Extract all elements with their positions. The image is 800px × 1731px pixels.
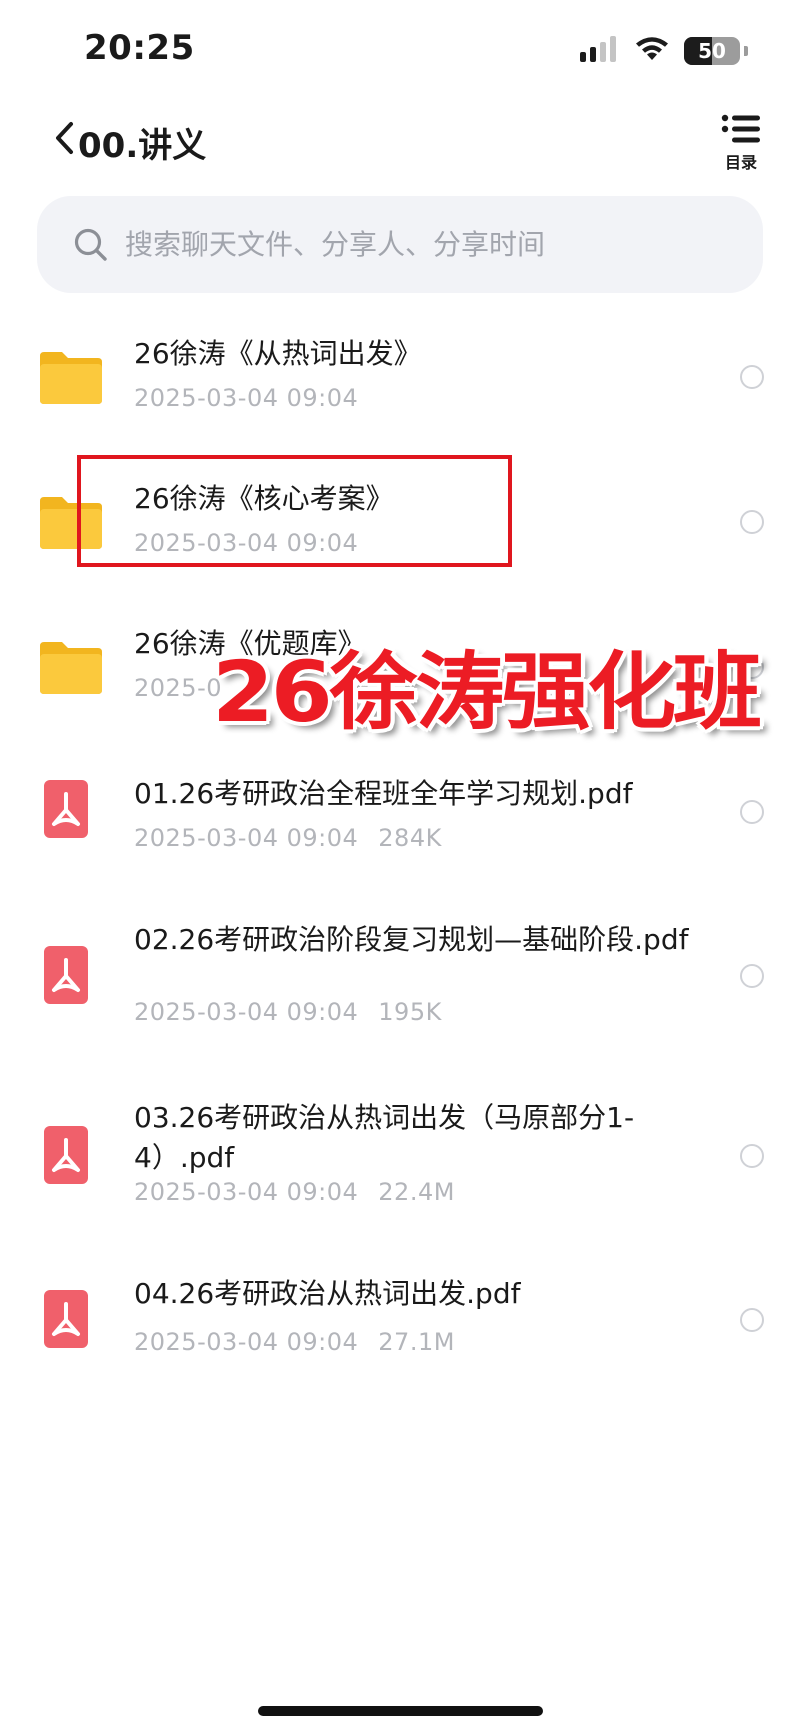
file-meta: 2025-03-04 09:04 27.1M <box>134 1328 455 1356</box>
file-meta: 2025-03-04 09:04 195K <box>134 998 442 1026</box>
toc-button[interactable]: 目录 <box>716 114 766 174</box>
file-date: 2025-0 <box>134 674 223 702</box>
search-input[interactable] <box>123 227 727 262</box>
file-name: 26徐涛《从热词出发》 <box>134 337 422 370</box>
status-bar: 20:25 50 <box>0 0 800 100</box>
status-icons: 50 <box>580 36 748 66</box>
file-name: 03.26考研政治从热词出发（马原部分1-4）.pdf <box>134 1101 635 1174</box>
pdf-icon <box>40 946 92 1012</box>
select-checkbox[interactable] <box>740 510 764 534</box>
file-date: 2025-03-04 09:04 <box>134 998 359 1026</box>
highlight-box <box>77 455 512 567</box>
file-name: 04.26考研政治从热词出发.pdf <box>134 1277 521 1310</box>
file-meta: 2025-03-04 09:04 <box>134 384 358 412</box>
nav-bar: 00.讲义 目录 <box>0 110 800 174</box>
select-checkbox[interactable] <box>740 800 764 824</box>
wifi-icon <box>634 36 670 66</box>
battery-tip <box>744 46 748 56</box>
search-box[interactable] <box>37 196 763 293</box>
file-size: 22.4M <box>378 1178 455 1206</box>
file-name: 02.26考研政治阶段复习规划—基础阶段.pdf <box>134 923 689 956</box>
select-checkbox[interactable] <box>740 365 764 389</box>
select-checkbox[interactable] <box>740 1144 764 1168</box>
file-meta: 2025-03-04 09:04 22.4M <box>134 1178 455 1206</box>
file-date: 2025-03-04 09:04 <box>134 1328 359 1356</box>
select-checkbox[interactable] <box>740 1308 764 1332</box>
file-date: 2025-03-04 09:04 <box>134 384 359 412</box>
chevron-left-icon <box>53 120 75 160</box>
pdf-icon <box>40 780 92 846</box>
file-name: 01.26考研政治全程班全年学习规划.pdf <box>134 777 633 810</box>
file-date: 2025-03-04 09:04 <box>134 1178 359 1206</box>
search-icon <box>71 225 111 265</box>
pdf-icon <box>40 1290 92 1356</box>
folder-icon <box>40 348 102 408</box>
overlay-title: 26徐涛强化班 <box>212 643 762 741</box>
battery-icon: 50 <box>684 37 740 65</box>
folder-icon <box>40 638 102 698</box>
pdf-icon <box>40 1126 92 1192</box>
battery-level: 50 <box>698 39 726 63</box>
cellular-signal-icon <box>580 36 620 66</box>
file-size: 284K <box>378 824 442 852</box>
file-meta: 2025-03-04 09:04 284K <box>134 824 442 852</box>
file-size: 27.1M <box>378 1328 455 1356</box>
list-icon <box>721 114 761 148</box>
file-date: 2025-03-04 09:04 <box>134 824 359 852</box>
file-size: 195K <box>378 998 442 1026</box>
page-title: 00.讲义 <box>78 126 207 166</box>
toc-label: 目录 <box>724 153 757 172</box>
status-time: 20:25 <box>84 28 195 68</box>
home-indicator[interactable] <box>258 1706 543 1716</box>
file-meta: 2025-0 <box>134 674 222 702</box>
select-checkbox[interactable] <box>740 964 764 988</box>
